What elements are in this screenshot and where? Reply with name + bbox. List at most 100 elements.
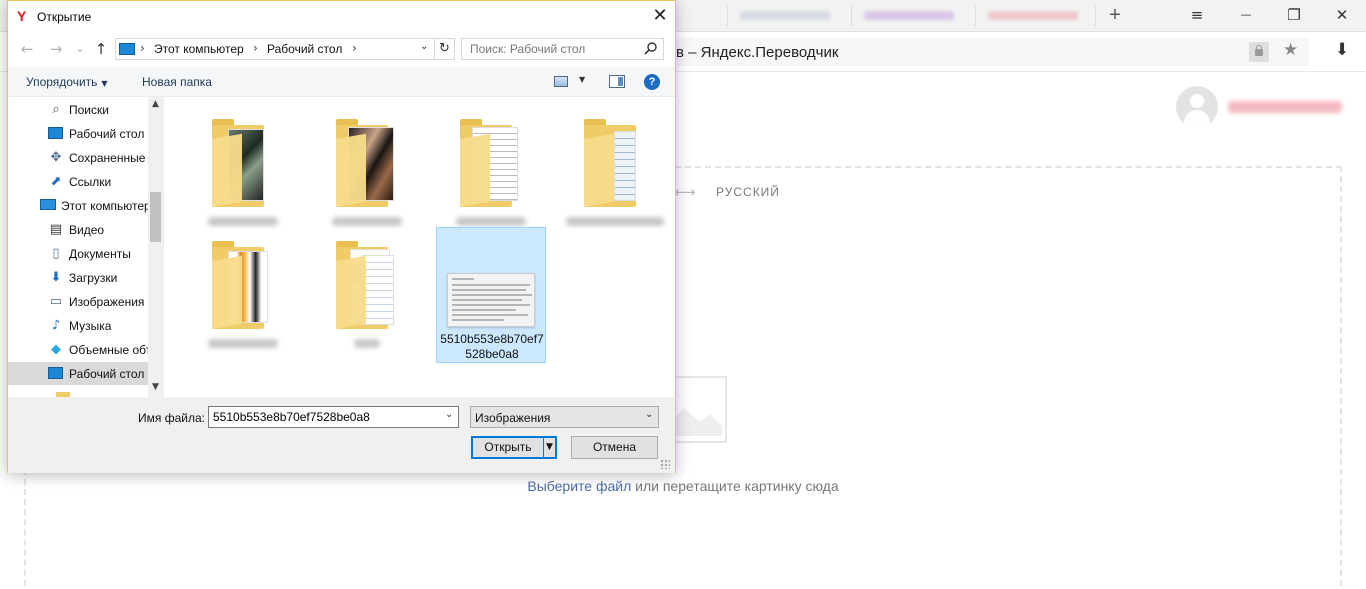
folder-icon <box>456 117 528 207</box>
folder-item[interactable] <box>436 107 546 243</box>
links-icon: ⬈ <box>50 174 62 189</box>
help-icon[interactable]: ? <box>644 74 660 90</box>
chevron-down-icon[interactable]: ⌄ <box>445 409 453 420</box>
nav-item-this-pc[interactable]: Этот компьютер <box>8 194 148 217</box>
nav-item-label: Рабочий стол <box>69 367 145 381</box>
nav-item-saved-games[interactable]: ✥ Сохраненные <box>8 146 148 169</box>
change-view-icon[interactable] <box>554 76 568 87</box>
nav-item-video[interactable]: ▤ Видео <box>8 218 148 241</box>
forward-button[interactable]: → <box>46 39 66 59</box>
browser-close-button[interactable]: ✕ <box>1329 4 1355 26</box>
folder-item[interactable] <box>312 229 422 365</box>
dropdown-arrow-icon: ▼ <box>101 79 108 88</box>
folder-item[interactable] <box>188 107 298 243</box>
nav-item-searches[interactable]: ⌕ Поиски <box>8 98 148 121</box>
restore-button[interactable]: ❐ <box>1281 4 1307 26</box>
folder-item[interactable] <box>312 107 422 243</box>
refresh-button[interactable]: ↻ <box>435 38 455 60</box>
scroll-up-icon[interactable]: ▲ <box>148 99 163 109</box>
search-icon[interactable] <box>644 41 658 55</box>
resize-grip[interactable] <box>660 459 670 469</box>
nav-item-desktop[interactable]: Рабочий стол <box>8 122 148 145</box>
chevron-down-icon[interactable]: ⌄ <box>645 409 653 420</box>
command-bar: Упорядочить ▼ Новая папка ▼ ? <box>8 67 675 97</box>
nav-item-pictures[interactable]: ▭ Изображения <box>8 290 148 313</box>
bookmark-star-icon[interactable]: ★ <box>1283 40 1298 60</box>
folder-icon <box>332 117 404 207</box>
search-icon: ⌕ <box>52 102 60 117</box>
browser-tab[interactable] <box>700 6 728 26</box>
scroll-down-icon[interactable]: ▼ <box>148 382 163 392</box>
avatar[interactable] <box>1176 86 1218 128</box>
nav-item-label: Ссылки <box>69 175 112 189</box>
chevron-down-icon[interactable]: ⌄ <box>420 41 428 52</box>
dialog-title-bar[interactable]: Y Открытие ✕ <box>8 1 675 32</box>
nav-item-downloads[interactable]: ⬇ Загрузки <box>8 266 148 289</box>
folder-item[interactable] <box>560 107 670 243</box>
preview-pane-icon[interactable] <box>609 75 625 88</box>
dialog-close-button[interactable]: ✕ <box>648 5 672 27</box>
new-folder-button[interactable]: Новая папка <box>142 75 212 89</box>
file-name-blurred <box>208 339 278 348</box>
choose-file-link[interactable]: Выберите файл <box>527 478 631 494</box>
nav-item-links[interactable]: ⬈ Ссылки <box>8 170 148 193</box>
selected-file-item[interactable]: 5510b553e8b70ef7528be0a8 <box>436 227 546 363</box>
scroll-thumb[interactable] <box>150 192 161 242</box>
folder-icon <box>208 117 280 207</box>
nav-item-subfolder[interactable] <box>8 386 148 397</box>
organize-menu[interactable]: Упорядочить ▼ <box>26 75 108 89</box>
lock-icon[interactable] <box>1249 42 1269 62</box>
view-options-arrow-icon[interactable]: ▼ <box>579 75 585 84</box>
file-name-blurred <box>354 339 380 348</box>
open-button[interactable]: Открыть ▼ <box>471 436 557 459</box>
download-icon[interactable]: ⬇ <box>1335 40 1349 60</box>
nav-item-music[interactable]: ♪ Музыка <box>8 314 148 337</box>
image-file-thumbnail <box>447 273 535 327</box>
breadcrumb-separator[interactable]: › <box>253 41 258 55</box>
nav-scrollbar[interactable]: ▲ ▼ <box>148 97 163 397</box>
folder-icon <box>56 390 72 397</box>
open-button-label: Открыть <box>484 440 532 454</box>
folder-item[interactable] <box>188 229 298 365</box>
browser-tab[interactable] <box>980 6 1096 26</box>
browser-tab[interactable] <box>856 6 976 26</box>
cancel-button[interactable]: Отмена <box>571 436 658 459</box>
breadcrumb-separator[interactable]: › <box>352 41 357 55</box>
documents-icon: ▯ <box>52 246 60 261</box>
nav-item-3d-objects[interactable]: ◆ Объемные объекты <box>8 338 148 361</box>
filename-input[interactable] <box>208 406 459 428</box>
split-divider <box>543 438 544 457</box>
folder-icon <box>332 239 404 329</box>
folder-icon <box>208 239 280 329</box>
file-list: 5510b553e8b70ef7528be0a8 <box>164 97 675 397</box>
new-tab-button[interactable]: + <box>1104 4 1126 26</box>
open-options-arrow-icon[interactable]: ▼ <box>546 438 553 457</box>
dialog-address-bar[interactable]: › Этот компьютер › Рабочий стол › ⌄ <box>115 38 435 60</box>
recent-locations-button[interactable]: ⌄ <box>70 39 90 59</box>
computer-icon <box>119 43 135 55</box>
nav-item-desktop-selected[interactable]: Рабочий стол <box>8 362 148 385</box>
organize-label: Упорядочить <box>26 75 98 89</box>
page-title: в – Яндекс.Переводчик <box>676 44 839 61</box>
nav-item-label: Поиски <box>69 103 109 117</box>
browser-menu-button[interactable]: ≡ <box>1184 4 1210 26</box>
nav-item-documents[interactable]: ▯ Документы <box>8 242 148 265</box>
browser-tab[interactable] <box>732 6 852 26</box>
file-open-dialog: Y Открытие ✕ ← → ⌄ ↑ › Этот компьютер › … <box>7 0 676 473</box>
back-button[interactable]: ← <box>17 39 37 59</box>
breadcrumb-this-pc[interactable]: Этот компьютер <box>154 42 244 56</box>
up-button[interactable]: ↑ <box>91 39 111 59</box>
search-input[interactable] <box>461 38 664 60</box>
breadcrumb-separator[interactable]: › <box>140 41 145 55</box>
file-name-blurred <box>332 217 402 226</box>
filename-label: Имя файла: <box>138 411 205 425</box>
nav-item-label: Сохраненные <box>69 151 146 165</box>
dialog-title: Открытие <box>37 10 92 24</box>
pictures-icon: ▭ <box>49 294 63 309</box>
nav-item-label: Изображения <box>69 295 145 309</box>
breadcrumb-desktop[interactable]: Рабочий стол <box>267 42 342 56</box>
filetype-select[interactable]: Изображения <box>470 406 659 428</box>
minimize-button[interactable]: — <box>1233 4 1259 26</box>
user-name-blurred[interactable] <box>1228 101 1342 113</box>
dialog-footer: Имя файла: ⌄ Изображения ⌄ Открыть ▼ Отм… <box>8 397 675 473</box>
